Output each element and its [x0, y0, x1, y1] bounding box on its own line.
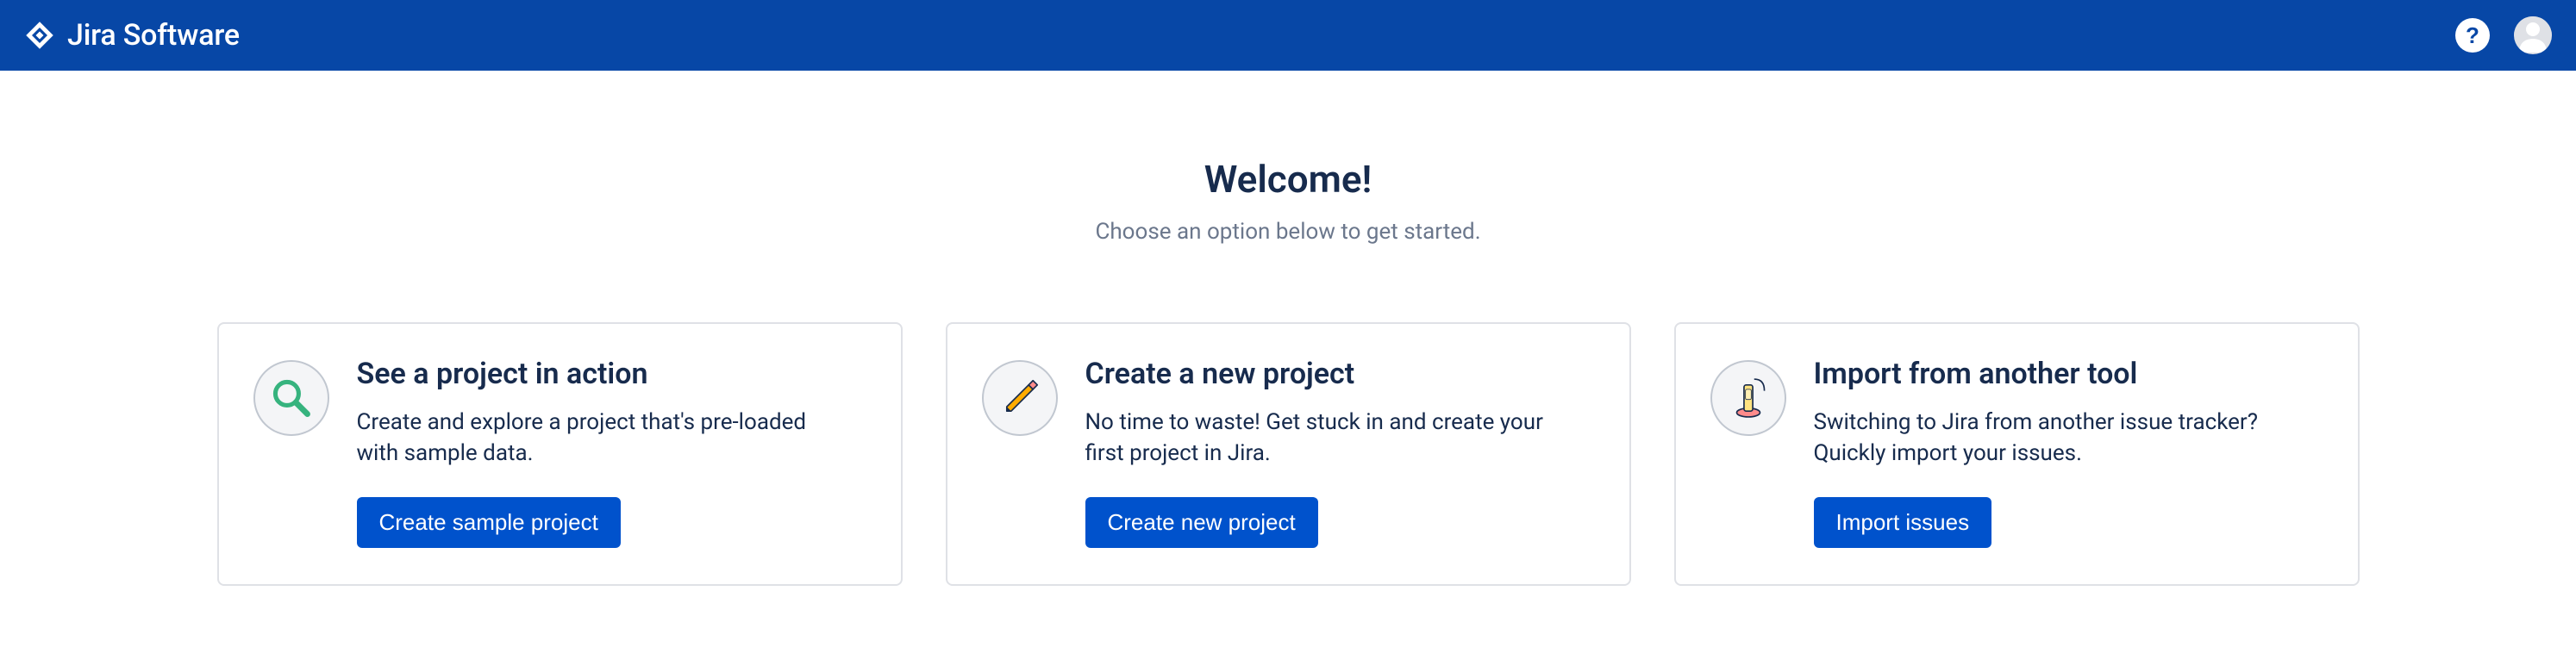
card-description: Switching to Jira from another issue tra…: [1814, 407, 2297, 470]
user-avatar[interactable]: [2514, 16, 2552, 54]
avatar-icon: [2514, 16, 2552, 54]
card-body: Import from another tool Switching to Ji…: [1814, 357, 2323, 548]
create-sample-project-button[interactable]: Create sample project: [357, 497, 621, 548]
card-sample-project: See a project in action Create and explo…: [217, 322, 903, 586]
card-title: Import from another tool: [1814, 357, 2323, 391]
onboarding-cards: See a project in action Create and explo…: [217, 322, 2360, 586]
jira-logo-icon: [24, 20, 55, 51]
card-body: See a project in action Create and explo…: [357, 357, 866, 548]
card-import: Import from another tool Switching to Ji…: [1674, 322, 2360, 586]
card-new-project: Create a new project No time to waste! G…: [946, 322, 1631, 586]
card-description: Create and explore a project that's pre-…: [357, 407, 840, 470]
welcome-title: Welcome!: [1204, 157, 1372, 202]
app-header: Jira Software ?: [0, 0, 2576, 71]
main-content: Welcome! Choose an option below to get s…: [0, 71, 2576, 586]
card-body: Create a new project No time to waste! G…: [1085, 357, 1595, 548]
brand[interactable]: Jira Software: [24, 18, 240, 53]
welcome-subtitle: Choose an option below to get started.: [1095, 219, 1480, 245]
help-button[interactable]: ?: [2455, 18, 2490, 53]
pencil-icon: [982, 360, 1058, 436]
import-issues-button[interactable]: Import issues: [1814, 497, 1992, 548]
card-title: See a project in action: [357, 357, 866, 391]
vacuum-icon: [1710, 360, 1786, 436]
create-new-project-button[interactable]: Create new project: [1085, 497, 1318, 548]
card-title: Create a new project: [1085, 357, 1595, 391]
header-right: ?: [2455, 16, 2552, 54]
brand-text: Jira Software: [67, 18, 240, 53]
help-icon: ?: [2466, 22, 2479, 49]
magnifier-icon: [253, 360, 329, 436]
card-description: No time to waste! Get stuck in and creat…: [1085, 407, 1568, 470]
